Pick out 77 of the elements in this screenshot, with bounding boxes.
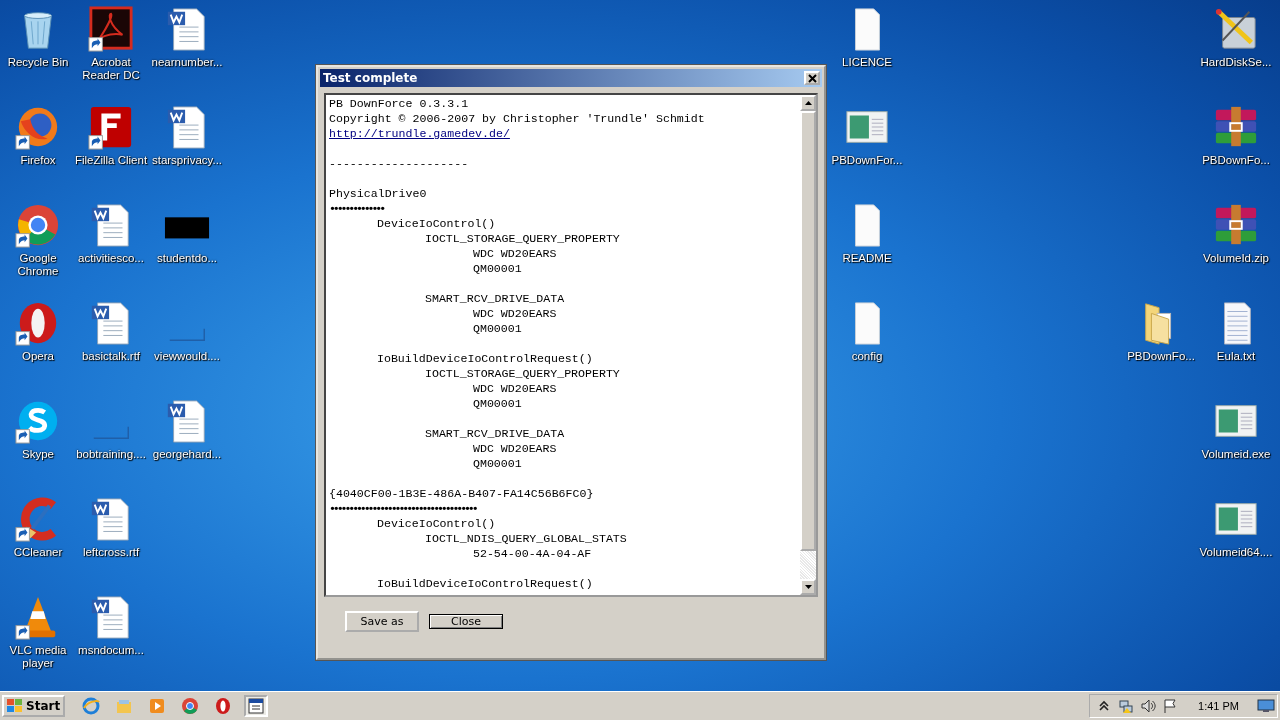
icon-label: Firefox: [20, 154, 56, 167]
icon-label: HardDiskSe...: [1200, 56, 1272, 69]
window-title: Test complete: [323, 71, 418, 85]
close-button[interactable]: [804, 71, 820, 85]
volume-icon[interactable]: [1140, 698, 1157, 714]
log-line: DeviceIoControl(): [376, 217, 496, 230]
icon-label: README: [842, 252, 892, 265]
log-line: QM00001: [472, 262, 522, 275]
icon-label: bobtraining....: [76, 448, 146, 461]
filezilla-icon[interactable]: [88, 104, 134, 150]
log-line: {4040CF00-1B3E-486A-B407-FA14C56B6FC0}: [329, 487, 594, 500]
log-line: IoBuildDeviceIoControlRequest(): [376, 352, 593, 365]
log-line: IOCTL_STORAGE_QUERY_PROPERTY: [424, 367, 620, 380]
icon-label: Volumeid64....: [1199, 546, 1273, 559]
icon-label: Skype: [22, 448, 54, 461]
log-line: WDC WD20EARS: [472, 382, 557, 395]
icon-label: leftcross.rtf: [82, 546, 140, 559]
log-line: Copyright © 2006-2007 by Christopher 'Trundle' Schmidt: [329, 112, 705, 125]
log-line: WDC WD20EARS: [472, 442, 557, 455]
log-line: IOCTL_NDIS_QUERY_GLOBAL_STATS: [424, 532, 627, 545]
icon-label: viewwould....: [154, 350, 220, 363]
icon-label: georgehard...: [152, 448, 222, 461]
log-line: WDC WD20EARS: [472, 247, 557, 260]
start-button[interactable]: Start: [2, 695, 66, 717]
log-line: PhysicalDrive0: [329, 187, 427, 200]
icon-label: studentdo...: [156, 252, 218, 265]
log-line: PB DownForce 0.3.3.1: [329, 97, 469, 110]
flag-icon[interactable]: [1162, 698, 1179, 714]
log-text-area[interactable]: [324, 93, 818, 597]
icon-label: starsprivacy...: [151, 154, 223, 167]
separator-dots: ••••••••••••••••••••••••••••••••••••••: [329, 502, 476, 515]
app-taskbar-icon[interactable]: [244, 695, 269, 717]
icon-label: Google Chrome: [16, 252, 60, 278]
up-arrow-icon: [804, 101, 812, 105]
icon-label: activitiesco...: [78, 252, 144, 265]
acrobat-icon[interactable]: [88, 6, 134, 52]
icon-label: nearnumber...: [151, 56, 223, 69]
log-line: SMART_RCV_DRIVE_DATA: [424, 292, 565, 305]
chrome-icon[interactable]: [15, 202, 61, 248]
log-line: WDC WD20EARS: [472, 307, 557, 320]
network-icon[interactable]: [1118, 698, 1135, 714]
icon-label: LICENCE: [842, 56, 892, 69]
log-line: QM00001: [472, 397, 522, 410]
icon-label: config: [851, 350, 883, 363]
scroll-down-button[interactable]: [800, 579, 816, 595]
harddisk-icon[interactable]: [1213, 6, 1259, 52]
windows-logo-icon: [7, 699, 23, 713]
log-line: 52-54-00-4A-04-AF: [472, 547, 592, 560]
show-desktop-icon[interactable]: [1257, 699, 1275, 713]
log-line: --------------------: [329, 157, 469, 170]
scroll-up-button[interactable]: [800, 95, 816, 111]
icon-label: CCleaner: [13, 546, 63, 559]
down-arrow-icon: [804, 585, 812, 589]
icon-label: basictalk.rtf: [81, 350, 141, 363]
dialog-button[interactable]: Close: [429, 614, 503, 629]
icon-label: Volumeid.exe: [1201, 448, 1271, 461]
icon-label: Opera: [22, 350, 54, 363]
log-line: IoBuildDeviceIoControlRequest(): [376, 577, 593, 590]
icon-label: PBDownFo...: [1127, 350, 1195, 363]
icon-label: VolumeId.zip: [1203, 252, 1269, 265]
icon-label: FileZilla Client: [74, 154, 148, 167]
separator-dots: ••••••••••••••: [329, 202, 383, 215]
icon-label: Eula.txt: [1216, 350, 1256, 363]
icon-label: PBDownFo...: [1202, 154, 1270, 167]
log-line: QM00001: [472, 322, 522, 335]
dialog-button[interactable]: Save as: [345, 611, 419, 632]
icon-label: PBDownFor...: [831, 154, 903, 167]
icon-label: msndocum...: [78, 644, 144, 657]
log-line: DeviceIoControl(): [376, 517, 496, 530]
icon-label: Recycle Bin: [7, 56, 69, 69]
clock[interactable]: 1:41 PM: [1198, 700, 1239, 712]
link[interactable]: http://trundle.gamedev.de/: [329, 127, 510, 140]
icon-label: VLC media player: [8, 644, 68, 670]
icon-label: Acrobat Reader DC: [81, 56, 141, 82]
log-line: IOCTL_STORAGE_QUERY_PROPERTY: [424, 232, 620, 245]
log-line: SMART_RCV_DRIVE_DATA: [424, 427, 565, 440]
log-line: QM00001: [472, 457, 522, 470]
